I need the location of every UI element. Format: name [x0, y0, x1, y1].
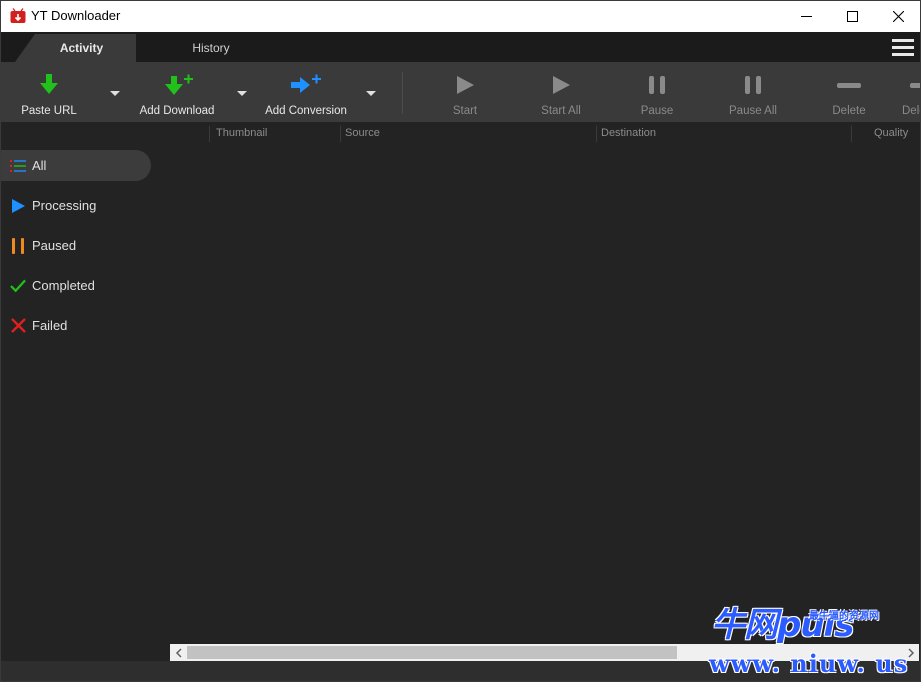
pause-icon [12, 237, 24, 254]
column-source[interactable]: Source [345, 127, 380, 139]
minus-icon [910, 83, 920, 88]
sidebar-item-completed[interactable]: Completed [1, 270, 151, 301]
maximize-button[interactable] [829, 1, 875, 32]
watermark-url: www. niuw. us [709, 649, 909, 678]
paste-url-button[interactable]: Paste URL [19, 62, 79, 122]
toolbar: Paste URL Add Download Add Conversion St… [1, 62, 920, 122]
add-conversion-label: Add Conversion [265, 105, 347, 117]
sidebar-item-failed[interactable]: Failed [1, 310, 151, 341]
pause-all-button[interactable]: Pause All [724, 62, 782, 122]
sidebar-item-all[interactable]: All [1, 150, 151, 181]
column-divider[interactable] [851, 126, 852, 142]
pause-all-label: Pause All [729, 105, 777, 117]
paste-url-label: Paste URL [21, 105, 77, 117]
minimize-button[interactable] [783, 1, 829, 32]
add-conversion-button[interactable]: Add Conversion [263, 62, 349, 122]
start-all-button[interactable]: Start All [534, 62, 588, 122]
title-bar: YT Downloader [1, 1, 920, 32]
download-plus-icon [165, 74, 193, 95]
column-thumbnail[interactable]: Thumbnail [216, 127, 267, 139]
delete-label: Delete [832, 105, 866, 117]
start-all-label: Start All [541, 105, 581, 117]
play-icon [553, 76, 570, 94]
sidebar-item-label: Failed [32, 318, 68, 333]
check-icon [10, 279, 26, 292]
add-download-button[interactable]: Add Download [137, 62, 217, 122]
app-window: YT Downloader Activity History Paste URL… [0, 0, 921, 682]
delete-button[interactable]: Delete [824, 62, 874, 122]
start-button[interactable]: Start [440, 62, 490, 122]
play-icon [11, 198, 25, 213]
sidebar-item-label: Processing [32, 198, 97, 213]
list-icon [10, 159, 26, 172]
close-button[interactable] [875, 1, 920, 32]
toolbar-separator [402, 72, 403, 114]
column-destination[interactable]: Destination [601, 127, 656, 139]
tab-strip: Activity History [1, 32, 920, 62]
delete-all-label: Dele [902, 105, 920, 117]
sidebar-item-label: Completed [32, 278, 95, 293]
maximize-icon [846, 11, 858, 22]
sidebar-item-label: All [32, 158, 47, 173]
add-download-label: Add Download [139, 105, 215, 117]
download-arrow-icon [40, 74, 58, 94]
pause-icon [745, 76, 761, 94]
minus-icon [837, 83, 861, 88]
delete-all-button[interactable]: Dele [899, 62, 920, 122]
download-list[interactable] [156, 146, 920, 644]
column-divider[interactable] [209, 126, 210, 142]
column-quality[interactable]: Quality [874, 127, 908, 139]
sidebar-item-processing[interactable]: Processing [1, 190, 151, 221]
tab-history[interactable]: History [171, 34, 251, 62]
add-download-dropdown-icon[interactable] [235, 88, 249, 98]
sidebar-item-paused[interactable]: Paused [1, 230, 151, 261]
paste-url-dropdown-icon[interactable] [108, 88, 122, 98]
tv-icon [10, 8, 26, 23]
column-divider[interactable] [596, 126, 597, 142]
tab-activity[interactable]: Activity [15, 34, 136, 62]
watermark-tagline: 最牛逼的资源网 [809, 611, 879, 622]
pause-icon [649, 76, 665, 94]
start-label: Start [452, 105, 478, 117]
sidebar-item-label: Paused [32, 238, 77, 253]
pause-label: Pause [640, 105, 674, 117]
convert-plus-icon [291, 74, 321, 93]
column-header: Thumbnail Source Destination Quality [1, 122, 920, 146]
scrollbar-thumb[interactable] [187, 646, 677, 659]
x-icon [10, 318, 26, 333]
add-conversion-dropdown-icon[interactable] [364, 88, 378, 98]
pause-button[interactable]: Pause [632, 62, 682, 122]
close-icon [892, 11, 904, 22]
column-divider[interactable] [340, 126, 341, 142]
hamburger-menu-icon[interactable] [892, 39, 914, 57]
window-title: YT Downloader [31, 8, 121, 23]
scroll-left-icon[interactable] [170, 644, 187, 661]
play-icon [457, 76, 474, 94]
minimize-icon [800, 16, 812, 17]
